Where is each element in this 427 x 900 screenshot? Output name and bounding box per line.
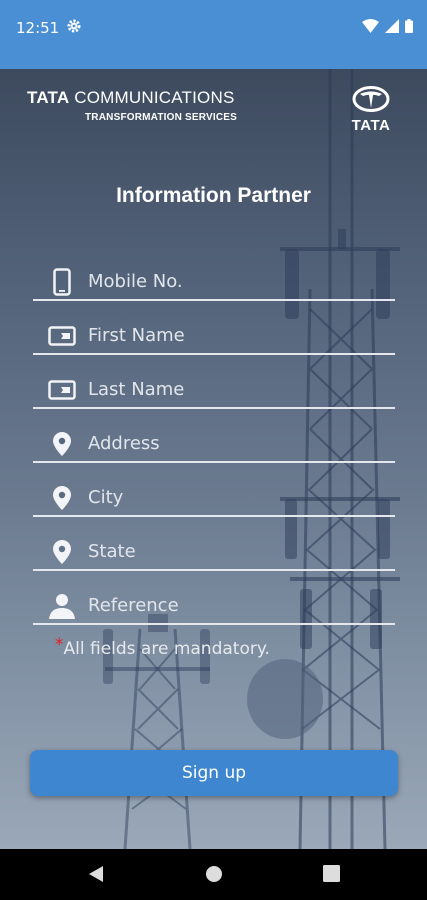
person-icon: [47, 591, 77, 621]
recents-icon[interactable]: [323, 865, 340, 887]
wifi-icon: [362, 19, 379, 38]
state-field[interactable]: State: [33, 529, 395, 571]
reference-placeholder: Reference: [88, 595, 179, 616]
id-card-icon: [47, 375, 77, 405]
first-name-field[interactable]: First Name: [33, 313, 395, 355]
navigation-bar: [0, 849, 427, 900]
status-bar: 12:51: [0, 0, 427, 57]
location-pin-icon: [47, 537, 77, 567]
tata-logo: TATA: [347, 86, 395, 134]
mobile-field-placeholder: Mobile No.: [88, 271, 183, 292]
mobile-field[interactable]: Mobile No.: [33, 259, 395, 301]
back-icon[interactable]: [88, 865, 104, 888]
sign-up-button[interactable]: Sign up: [30, 750, 398, 796]
state-placeholder: State: [88, 541, 136, 562]
last-name-placeholder: Last Name: [88, 379, 185, 400]
required-asterisk: *: [55, 635, 64, 655]
brand-subtitle: TRANSFORMATION SERVICES: [85, 112, 238, 123]
mandatory-note: *All fields are mandatory.: [55, 635, 270, 659]
address-field[interactable]: Address: [33, 421, 395, 463]
system-icons: [362, 19, 413, 38]
id-card-icon: [47, 321, 77, 351]
tata-logo-word: TATA: [351, 117, 391, 134]
phone-icon: [47, 267, 77, 297]
battery-icon: [405, 19, 413, 38]
gear-icon: [66, 18, 82, 39]
city-placeholder: City: [88, 487, 124, 508]
home-icon[interactable]: [205, 865, 223, 888]
signup-screen: TATA COMMUNICATIONS TRANSFORMATION SERVI…: [0, 69, 427, 849]
brand-rest: COMMUNICATIONS: [74, 88, 235, 107]
tata-communications-logo: TATA COMMUNICATIONS TRANSFORMATION SERVI…: [27, 88, 237, 123]
page-title: Information Partner: [116, 184, 311, 207]
header-band: [0, 57, 427, 69]
last-name-field[interactable]: Last Name: [33, 367, 395, 409]
location-pin-icon: [47, 483, 77, 513]
first-name-placeholder: First Name: [88, 325, 185, 346]
brand-bold: TATA: [27, 88, 70, 107]
address-placeholder: Address: [88, 433, 160, 454]
mandatory-note-text: All fields are mandatory.: [63, 639, 270, 659]
city-field[interactable]: City: [33, 475, 395, 517]
reference-field[interactable]: Reference: [33, 583, 395, 625]
status-time: 12:51: [16, 19, 60, 37]
signal-icon: [385, 19, 399, 38]
location-pin-icon: [47, 429, 77, 459]
tata-emblem-icon: [352, 86, 390, 112]
